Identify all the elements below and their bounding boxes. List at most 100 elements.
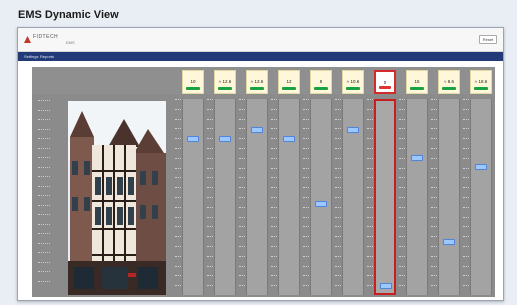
track-scale-tick bbox=[463, 246, 469, 247]
track-scale-tick bbox=[303, 255, 309, 257]
track-scale-tick bbox=[431, 177, 437, 179]
slider-thumb[interactable] bbox=[315, 201, 327, 207]
track-scale-tick bbox=[399, 187, 405, 189]
track-scale-tick bbox=[463, 255, 469, 257]
slider-track-9[interactable] bbox=[438, 99, 460, 295]
slider-thumb[interactable] bbox=[187, 136, 199, 142]
track-scale-tick bbox=[399, 285, 405, 287]
track-scale-tick bbox=[271, 167, 277, 169]
channel-tile-2[interactable]: ≈ 12.6 bbox=[214, 70, 236, 94]
slider-thumb[interactable] bbox=[475, 164, 487, 170]
status-indicator bbox=[282, 87, 296, 90]
track-scale-tick bbox=[367, 138, 373, 140]
track-scale bbox=[271, 99, 277, 295]
channel-tile-7[interactable]: 0 bbox=[374, 70, 396, 94]
track-scale-tick bbox=[207, 285, 213, 287]
track-scale-tick bbox=[399, 226, 405, 228]
slider-track-10[interactable] bbox=[470, 99, 492, 295]
track-scale-tick bbox=[399, 197, 405, 198]
track-scale-tick bbox=[239, 197, 245, 198]
slider-thumb[interactable] bbox=[251, 127, 263, 133]
track-scale-tick bbox=[239, 285, 245, 287]
nav-item-settings[interactable]: Settings bbox=[24, 54, 38, 59]
track-scale-tick bbox=[303, 157, 309, 159]
track-scale-tick bbox=[431, 265, 437, 267]
track-scale-tick bbox=[463, 177, 469, 179]
track-scale bbox=[303, 99, 309, 295]
track-scale-tick bbox=[463, 167, 469, 169]
channel-tile-1[interactable]: 10 bbox=[182, 70, 204, 94]
slider-thumb[interactable] bbox=[347, 127, 359, 133]
slider-track-8[interactable] bbox=[406, 99, 428, 295]
track-scale-tick bbox=[463, 118, 469, 120]
scale-tick bbox=[38, 100, 50, 101]
track-scale-tick bbox=[271, 255, 277, 257]
channel-tile-8[interactable]: 15 bbox=[406, 70, 428, 94]
track-scale-tick bbox=[175, 246, 181, 247]
slider-track-3[interactable] bbox=[246, 99, 268, 295]
track-scale-tick bbox=[367, 265, 373, 267]
track-scale-tick bbox=[431, 99, 437, 100]
track-scale-tick bbox=[367, 275, 373, 277]
reset-button[interactable]: Reset bbox=[479, 35, 497, 44]
scale-tick bbox=[38, 214, 50, 215]
track-scale bbox=[175, 99, 181, 295]
slider-track-7[interactable] bbox=[374, 99, 396, 295]
track-scale-tick bbox=[303, 285, 309, 287]
track-scale-tick bbox=[463, 108, 469, 110]
track-scale-tick bbox=[239, 265, 245, 267]
track-scale-tick bbox=[175, 167, 181, 169]
track-scale-tick bbox=[239, 255, 245, 257]
building-photo bbox=[68, 101, 166, 295]
track-scale-tick bbox=[367, 226, 373, 228]
track-scale-tick bbox=[367, 285, 373, 287]
track-scale-tick bbox=[239, 236, 245, 238]
nav-item-reports[interactable]: Reports bbox=[40, 54, 54, 59]
status-indicator bbox=[186, 87, 200, 90]
title-bar: FIDTECH EMS Reset bbox=[18, 28, 503, 52]
track-scale-tick bbox=[303, 246, 309, 247]
slider-thumb[interactable] bbox=[443, 239, 455, 245]
track-scale-tick bbox=[399, 118, 405, 120]
track-scale-tick bbox=[303, 275, 309, 277]
track-scale-tick bbox=[431, 236, 437, 238]
slider-thumb[interactable] bbox=[219, 136, 231, 142]
status-indicator bbox=[314, 87, 328, 90]
channel-value: 10 bbox=[190, 79, 196, 84]
channel-tile-9[interactable]: ≈ 8.6 bbox=[438, 70, 460, 94]
track-scale-tick bbox=[239, 128, 245, 130]
channel-tile-6[interactable]: ≈ 10.6 bbox=[342, 70, 364, 94]
track-scale-tick bbox=[175, 157, 181, 159]
track-scale-tick bbox=[463, 206, 469, 208]
track-scale-tick bbox=[271, 206, 277, 208]
track-scale-tick bbox=[175, 197, 181, 198]
slider-track-6[interactable] bbox=[342, 99, 364, 295]
track-scale-tick bbox=[207, 236, 213, 238]
track-scale-tick bbox=[367, 216, 373, 218]
slider-track-5[interactable] bbox=[310, 99, 332, 295]
app-window: FIDTECH EMS Reset Settings Reports 10 ≈ … bbox=[17, 27, 504, 301]
track-scale-tick bbox=[175, 216, 181, 218]
channel-tile-5[interactable]: 8 bbox=[310, 70, 332, 94]
slider-thumb[interactable] bbox=[411, 155, 423, 161]
track-scale-tick bbox=[335, 167, 341, 169]
slider-track-2[interactable] bbox=[214, 99, 236, 295]
track-scale-tick bbox=[303, 216, 309, 218]
track-scale-tick bbox=[367, 177, 373, 179]
track-scale-tick bbox=[239, 206, 245, 208]
slider-thumb[interactable] bbox=[283, 136, 295, 142]
track-scale-tick bbox=[271, 118, 277, 120]
track-scale-tick bbox=[271, 285, 277, 287]
track-scale-tick bbox=[463, 187, 469, 189]
channel-tile-4[interactable]: 12 bbox=[278, 70, 300, 94]
slider-thumb[interactable] bbox=[380, 283, 392, 289]
track-scale-tick bbox=[175, 118, 181, 120]
slider-track-1[interactable] bbox=[182, 99, 204, 295]
slider-track-4[interactable] bbox=[278, 99, 300, 295]
track-scale-tick bbox=[463, 275, 469, 277]
channel-tile-10[interactable]: ≈ 18.6 bbox=[470, 70, 492, 94]
channel-value: ≈ 8.6 bbox=[444, 79, 454, 84]
track-scale-tick bbox=[239, 99, 245, 100]
track-scale-tick bbox=[431, 167, 437, 169]
channel-tile-3[interactable]: ≈ 13.6 bbox=[246, 70, 268, 94]
